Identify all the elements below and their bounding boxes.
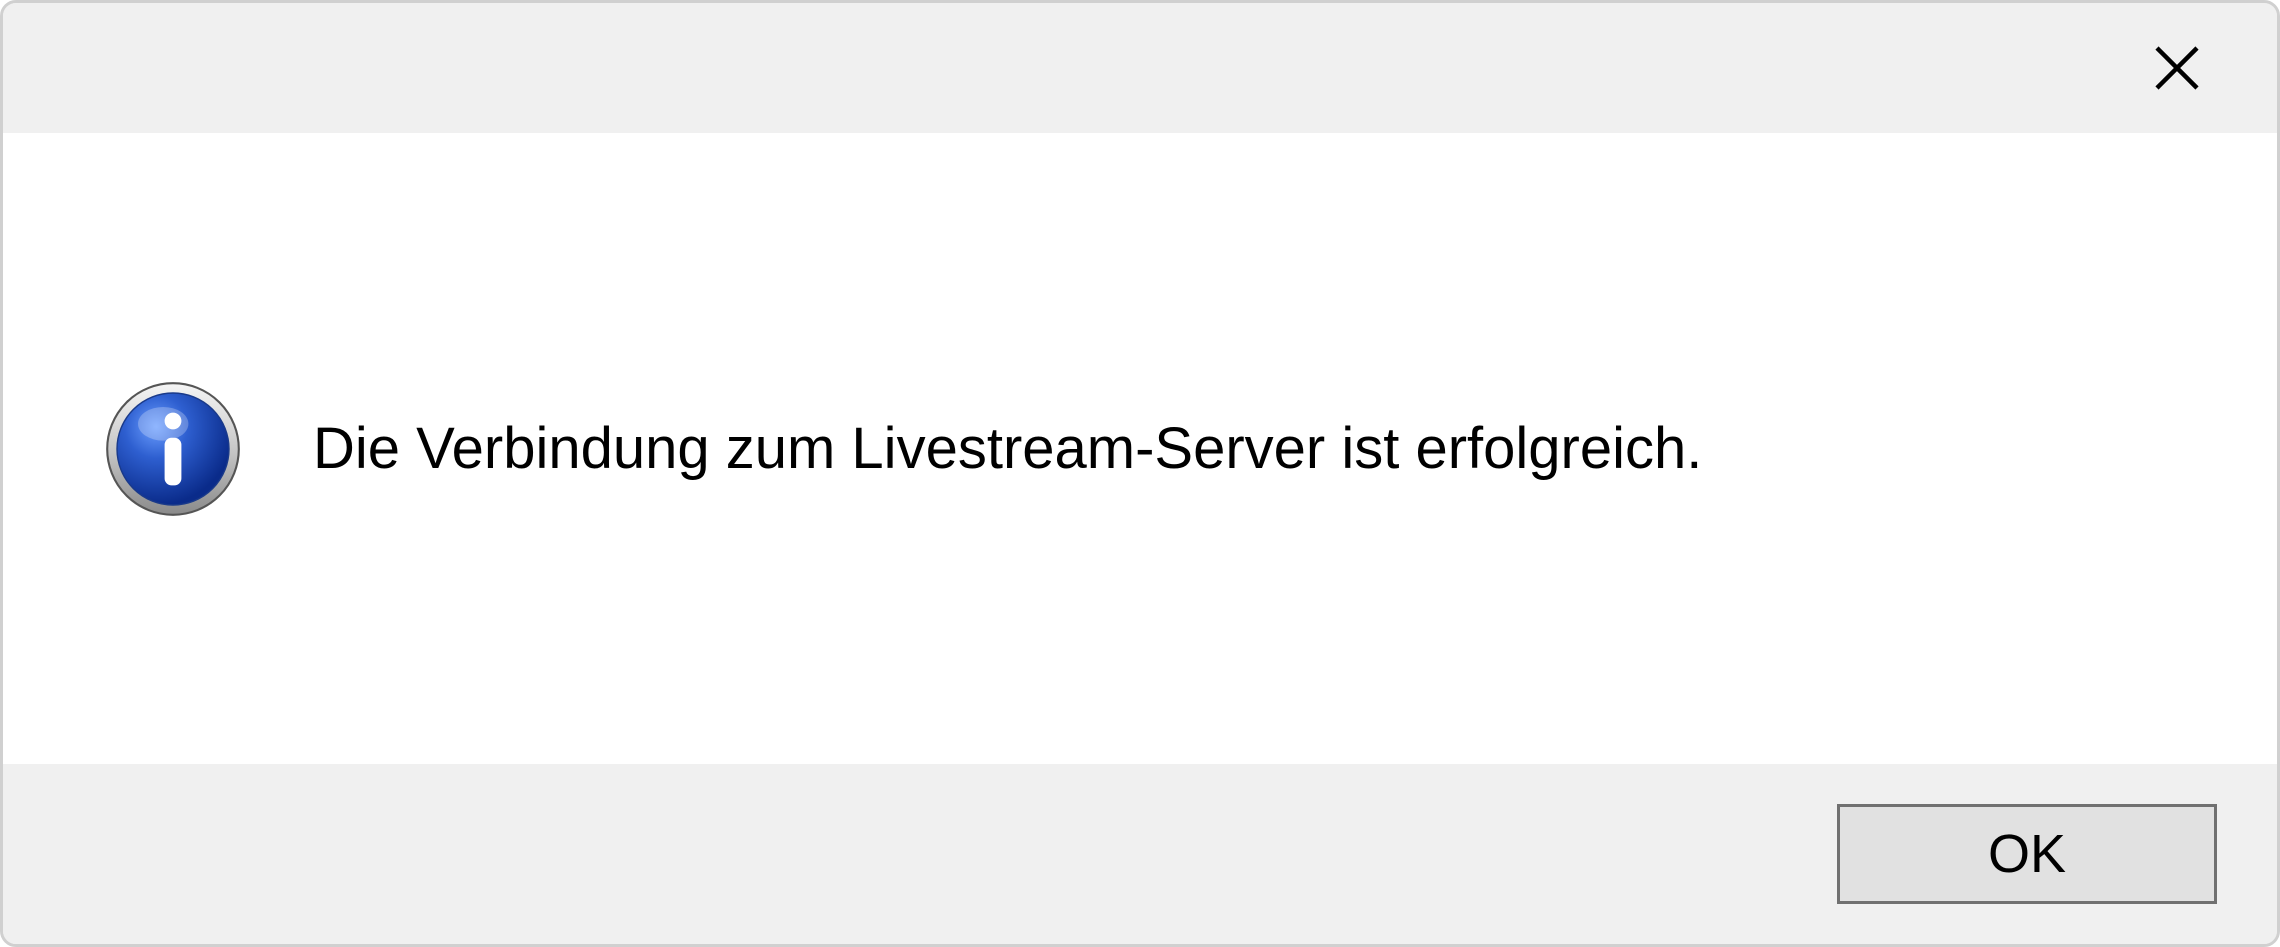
close-icon [2147, 38, 2207, 98]
titlebar [3, 3, 2277, 133]
info-icon [103, 379, 243, 519]
ok-button[interactable]: OK [1837, 804, 2217, 904]
close-button[interactable] [2137, 28, 2217, 108]
dialog-footer: OK [3, 764, 2277, 944]
dialog-content: Die Verbindung zum Livestream-Server ist… [3, 133, 2277, 764]
dialog-message: Die Verbindung zum Livestream-Server ist… [313, 415, 1702, 482]
message-dialog: Die Verbindung zum Livestream-Server ist… [0, 0, 2280, 947]
